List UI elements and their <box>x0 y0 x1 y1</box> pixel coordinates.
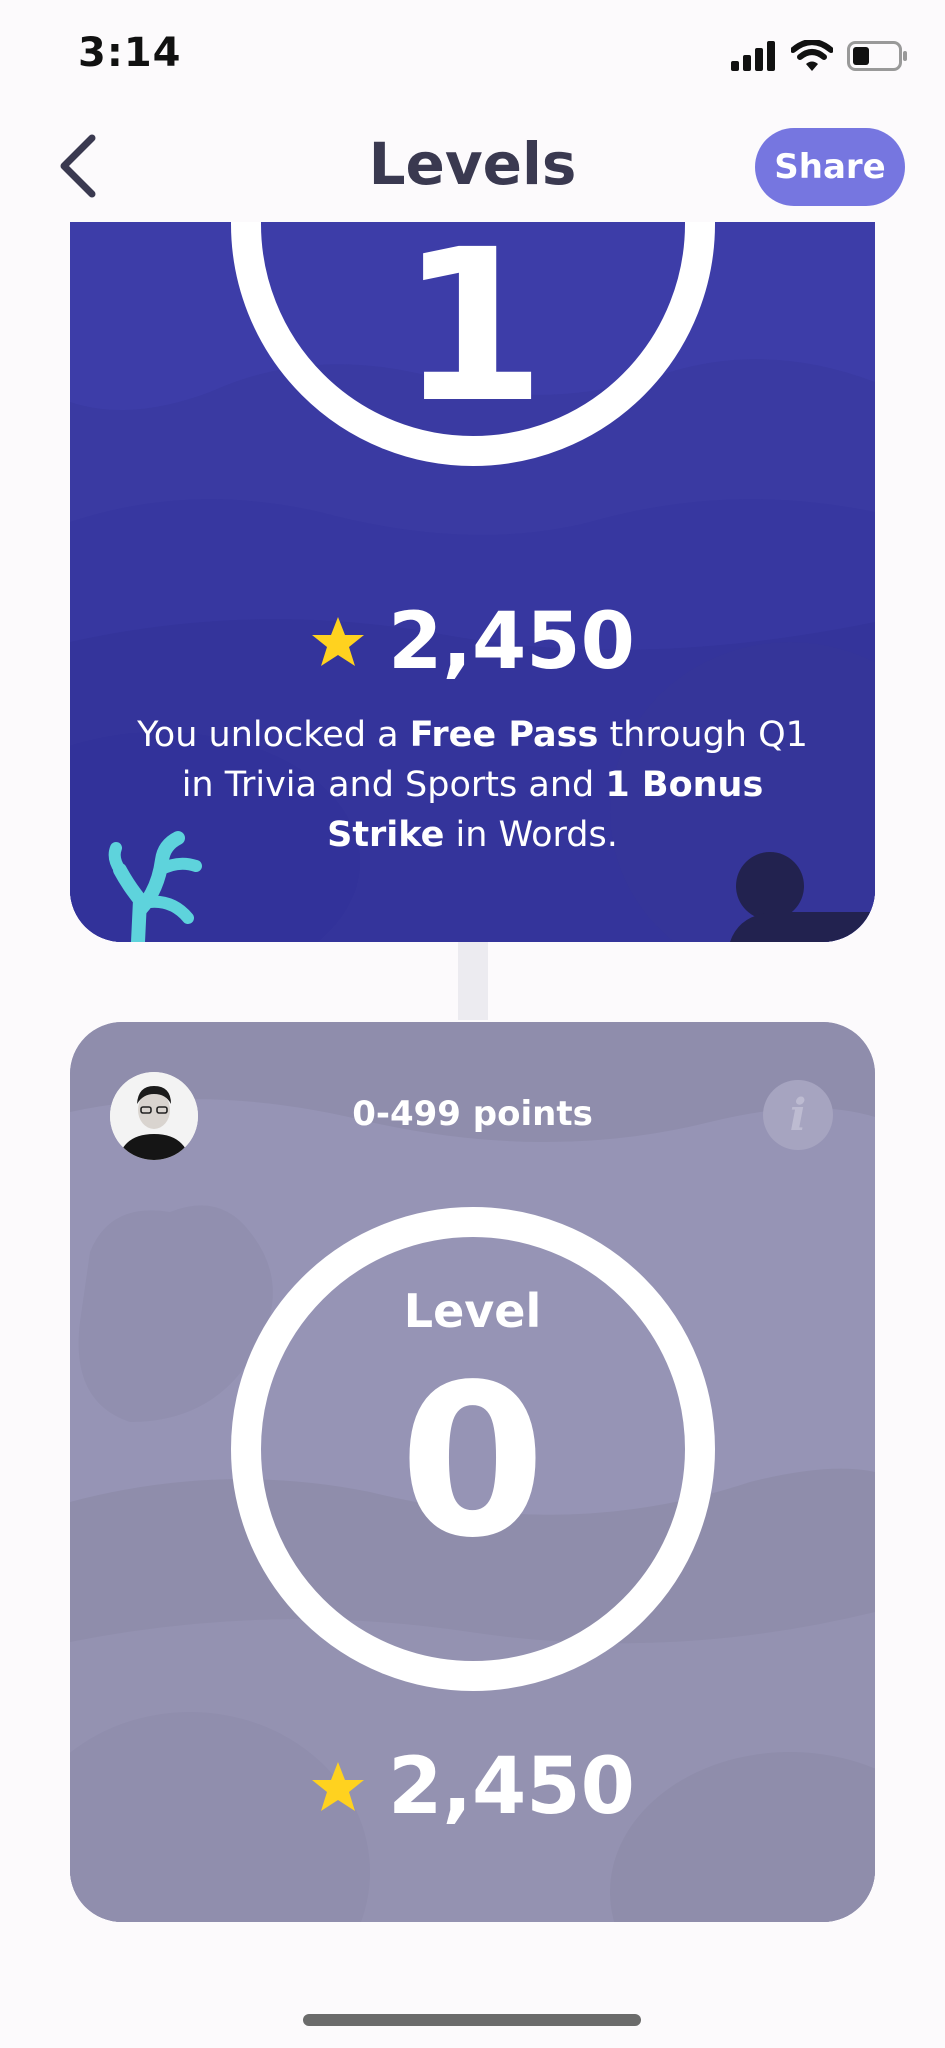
status-icons <box>731 40 909 72</box>
cellular-signal-icon <box>731 41 775 71</box>
info-button[interactable]: i <box>763 1080 833 1150</box>
nav-bar: Levels Share <box>0 110 945 220</box>
coral-icon <box>108 831 202 942</box>
level-connector <box>458 930 488 1020</box>
info-icon: i <box>789 1089 807 1141</box>
points-range: 0-499 points <box>352 1094 593 1134</box>
score-row: 2,450 <box>70 1737 875 1837</box>
status-time: 3:14 <box>78 30 182 76</box>
sea-rock-icon <box>730 852 875 942</box>
wifi-icon <box>791 40 833 71</box>
level-label: Level <box>403 1284 542 1338</box>
score-value: 2,450 <box>388 597 635 687</box>
level-number: 0 <box>399 1339 546 1584</box>
current-level-card: 1 2,450 You unlocked a Free Pass through… <box>70 222 875 942</box>
status-bar: 3:14 <box>0 0 945 110</box>
star-icon <box>312 617 365 666</box>
level-number: 1 <box>399 222 546 449</box>
home-indicator <box>303 2014 641 2026</box>
battery-icon <box>847 41 907 71</box>
score-row: 2,450 <box>70 592 875 692</box>
reward-description: You unlocked a Free Pass through Q1 in T… <box>137 715 808 855</box>
star-icon <box>312 1762 365 1811</box>
share-button[interactable]: Share <box>755 128 905 206</box>
previous-level-card: 0-499 points i Level 0 2,450 <box>70 1022 875 1922</box>
score-value: 2,450 <box>388 1742 635 1832</box>
